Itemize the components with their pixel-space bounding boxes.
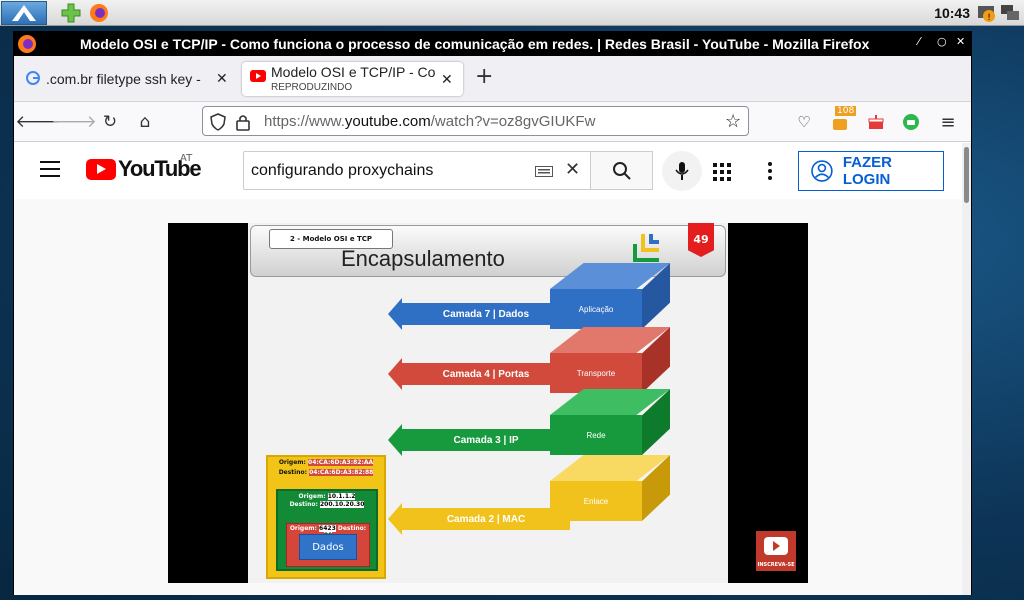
forward-button[interactable]: 🡒	[51, 110, 97, 134]
transport-block: Transporte	[550, 327, 670, 393]
youtube-header: YouTube AT configurando proxychains ✕ FA…	[14, 143, 962, 199]
search-button[interactable]	[590, 151, 653, 190]
segment-box: Origem: 6423 Destino: 80 Dados	[286, 523, 370, 567]
lock-icon[interactable]	[236, 113, 250, 131]
tab-playing-status: REPRODUZINDO	[271, 82, 353, 93]
frame-diagram: Origem: 04:CA:6D:A3:82:AA Destino: 04:CA…	[266, 455, 386, 579]
svg-text:!: !	[987, 13, 991, 23]
clear-search-icon[interactable]: ✕	[565, 159, 580, 180]
slide-number-badge: 49	[688, 223, 714, 257]
extension-counter-icon[interactable]: 108	[829, 106, 857, 134]
bookmark-star-icon[interactable]: ☆	[725, 111, 741, 132]
google-icon	[26, 71, 40, 85]
search-value: configurando proxychains	[251, 162, 434, 179]
home-icon[interactable]: ⌂	[133, 110, 157, 134]
firefox-icon	[18, 35, 36, 53]
search-icon	[612, 161, 631, 180]
firefox-launcher-icon[interactable]	[87, 2, 111, 24]
network-block: Rede	[550, 389, 670, 455]
data-box: Dados	[299, 534, 357, 560]
reload-button[interactable]: ↻	[98, 110, 122, 134]
application-block: Aplicação	[550, 263, 670, 329]
subscribe-watermark[interactable]: INSCREVA-SE	[756, 531, 796, 571]
link-block: Enlace	[550, 455, 670, 521]
shield-icon[interactable]	[210, 113, 226, 131]
alert-icon[interactable]: !	[976, 3, 996, 23]
youtube-page: YouTube AT configurando proxychains ✕ FA…	[14, 143, 971, 595]
minimize-button[interactable]: ⁄	[918, 35, 920, 48]
start-menu-button[interactable]	[1, 0, 47, 25]
channel-logo-icon	[633, 234, 659, 262]
login-label: FAZER LOGIN	[842, 154, 893, 188]
extension-robot-icon[interactable]	[899, 110, 923, 134]
pocket-icon[interactable]: ♡	[792, 110, 816, 134]
window-title: Modelo OSI e TCP/IP - Como funciona o pr…	[80, 36, 870, 52]
youtube-logo-icon[interactable]	[86, 159, 116, 180]
slide-title: Encapsulamento	[341, 246, 505, 271]
login-button[interactable]: FAZER LOGIN	[798, 151, 944, 191]
account-icon	[811, 160, 833, 182]
voice-search-button[interactable]	[662, 151, 702, 191]
youtube-icon	[250, 70, 266, 82]
keyboard-icon[interactable]	[535, 166, 553, 177]
url-text: https://www.youtube.com/watch?v=oz8gvGIU…	[264, 113, 596, 130]
back-button[interactable]: 🡐	[15, 110, 61, 134]
close-window-button[interactable]: ✕	[956, 35, 965, 48]
menu-hamburger-icon[interactable]: ≡	[936, 110, 960, 134]
close-tab-icon[interactable]: ✕	[441, 71, 453, 88]
new-tab-button[interactable]: +	[475, 64, 493, 89]
extension-badge: 108	[835, 106, 857, 116]
tab-google[interactable]: .com.br filetype ssh key - ✕	[20, 62, 234, 96]
settings-more-icon[interactable]	[768, 162, 772, 180]
youtube-menu-icon[interactable]	[40, 161, 60, 177]
apps-grid-icon[interactable]	[713, 163, 731, 181]
layer-7-arrow: Camada 7 | Dados	[388, 298, 570, 330]
country-code: AT	[180, 153, 193, 164]
navigation-bar: 🡐 🡒 ↻ ⌂ https://www.youtube.com/watch?v=…	[14, 102, 971, 142]
packet-box: Origem: 10.1.1.2 Destino: 200.10.20.30 O…	[276, 489, 378, 571]
top-panel: 10:43 !	[0, 0, 1024, 26]
video-player[interactable]: 2 - Modelo OSI e TCP Encapsulamento 49 C…	[168, 223, 808, 583]
panel-clock: 10:43	[934, 5, 970, 21]
url-bar[interactable]: https://www.youtube.com/watch?v=oz8gvGIU…	[202, 106, 749, 136]
tab-label: .com.br filetype ssh key -	[46, 71, 201, 87]
microphone-icon	[675, 162, 689, 180]
tab-youtube-video[interactable]: Modelo OSI e TCP/IP - Co REPRODUZINDO ✕	[242, 62, 463, 96]
close-tab-icon[interactable]: ✕	[216, 70, 228, 87]
window-titlebar: Modelo OSI e TCP/IP - Como funciona o pr…	[14, 32, 971, 56]
tab-label: Modelo OSI e TCP/IP - Co	[271, 64, 436, 80]
firefox-window: Modelo OSI e TCP/IP - Como funciona o pr…	[13, 31, 972, 595]
tab-bar: .com.br filetype ssh key - ✕ Modelo OSI …	[14, 56, 971, 102]
search-input[interactable]: configurando proxychains ✕	[243, 151, 591, 190]
extension-cake-icon[interactable]	[864, 110, 888, 134]
layer-2-arrow: Camada 2 | MAC	[388, 503, 570, 535]
add-launcher-icon[interactable]	[59, 2, 83, 24]
maximize-button[interactable]: ○	[937, 35, 947, 48]
page-scrollbar[interactable]	[962, 143, 971, 595]
network-icon[interactable]	[1000, 3, 1020, 23]
arch-logo-icon	[12, 4, 36, 21]
layer-3-arrow: Camada 3 | IP	[388, 424, 570, 456]
layer-4-arrow: Camada 4 | Portas	[388, 358, 570, 390]
video-frame: 2 - Modelo OSI e TCP Encapsulamento 49 C…	[248, 223, 728, 583]
play-icon	[764, 537, 788, 555]
